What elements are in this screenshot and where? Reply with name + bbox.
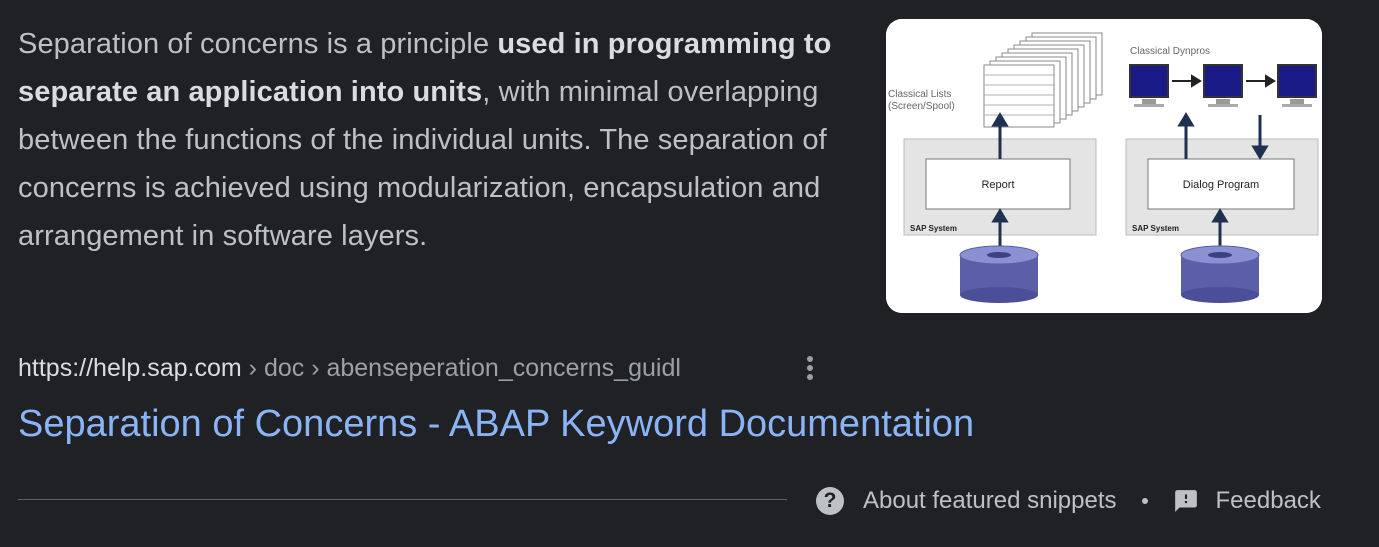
- feedback-label: Feedback: [1215, 487, 1321, 514]
- more-vert-icon[interactable]: [796, 352, 824, 384]
- diagram-label-lists-line1: Classical Lists: [888, 89, 951, 100]
- result-title-link[interactable]: Separation of Concerns - ABAP Keyword Do…: [18, 398, 974, 450]
- feedback-button[interactable]: Feedback: [1173, 487, 1321, 515]
- more-dot: [807, 365, 813, 371]
- diagram-label-lists-line2: (Screen/Spool): [888, 101, 955, 112]
- footer-divider: [18, 499, 787, 500]
- diagram-box-report: Report: [981, 179, 1014, 191]
- help-circle-icon: ?: [816, 487, 844, 515]
- diagram-system-left: SAP System: [910, 224, 957, 233]
- snippet-text-start: Separation of concerns is a principle: [18, 28, 498, 60]
- sap-architecture-diagram: Classical Lists (Screen/Spool) Classical…: [886, 19, 1322, 313]
- result-url-breadcrumb[interactable]: https://help.sap.com › doc › abenseperat…: [18, 350, 681, 386]
- separator-dot: [1141, 498, 1148, 504]
- more-dot: [807, 356, 813, 362]
- feedback-icon: [1174, 490, 1197, 512]
- diagram-label-dynpros: Classical Dynpros: [1130, 46, 1210, 57]
- featured-snippet-text: Separation of concerns is a principle us…: [18, 20, 838, 260]
- about-featured-snippets-label: About featured snippets: [863, 487, 1117, 514]
- snippet-thumbnail-image[interactable]: Classical Lists (Screen/Spool) Classical…: [886, 19, 1322, 313]
- diagram-box-dialog: Dialog Program: [1183, 179, 1259, 191]
- diagram-system-right: SAP System: [1132, 224, 1179, 233]
- result-domain: https://help.sap.com: [18, 354, 242, 382]
- result-path: › doc › abenseperation_concerns_guidl: [241, 354, 681, 382]
- about-featured-snippets-button[interactable]: ? About featured snippets: [816, 487, 1117, 515]
- snippet-footer: ? About featured snippets Feedback: [816, 482, 1321, 520]
- more-dot: [807, 374, 813, 380]
